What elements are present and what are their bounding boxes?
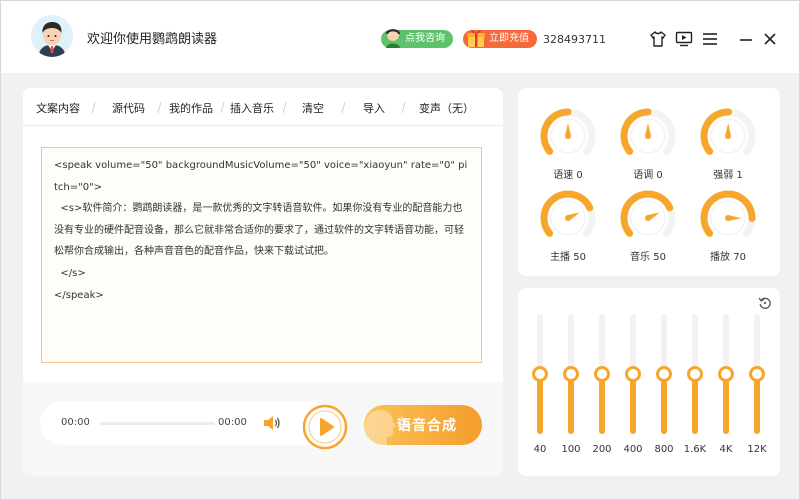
eq-slider-fill — [692, 374, 698, 434]
knob-dial[interactable] — [538, 106, 598, 162]
eq-slider-fill — [599, 374, 605, 434]
knob-3: 强弱 1 — [698, 106, 758, 184]
eq-band-200: 200 — [588, 312, 616, 462]
eq-slider-fill — [754, 374, 760, 434]
eq-slider-thumb[interactable] — [625, 366, 641, 382]
knob-hub — [645, 133, 651, 139]
synthesize-button[interactable]: 语音合成 — [364, 405, 482, 445]
eq-band-12k: 12K — [743, 312, 771, 462]
tab-import[interactable]: 导入 — [363, 100, 385, 116]
knob-5: 音乐 50 — [618, 188, 678, 266]
eq-band-800: 800 — [650, 312, 678, 462]
recharge-button[interactable]: 立即充值 — [463, 30, 537, 48]
knob-hub — [725, 215, 731, 221]
menu-icon[interactable] — [701, 31, 719, 47]
knob-dial[interactable] — [698, 188, 758, 244]
shirt-icon[interactable] — [649, 31, 667, 47]
equalizer-panel: 40 100 200 400 800 1.6K 4K 12K — [518, 288, 780, 476]
volume-icon[interactable] — [262, 414, 282, 432]
eq-slider-fill — [661, 374, 667, 434]
total-time: 00:00 — [218, 417, 247, 428]
tab-divider — [341, 102, 346, 113]
app-title: 欢迎你使用鹦鹉朗读器 — [87, 32, 218, 47]
eq-slider-thumb[interactable] — [532, 366, 548, 382]
title-bar: 欢迎你使用鹦鹉朗读器 点我咨询 立即充值 328493711 — [1, 1, 799, 73]
knob-label: 音乐 50 — [630, 252, 666, 263]
eq-slider-fill — [537, 374, 543, 434]
tab-insert-music[interactable]: 插入音乐 — [230, 100, 274, 116]
eq-slider-thumb[interactable] — [718, 366, 734, 382]
user-avatar[interactable] — [31, 15, 73, 57]
knob-label: 播放 70 — [710, 252, 746, 263]
eq-band-400: 400 — [619, 312, 647, 462]
eq-slider-thumb[interactable] — [656, 366, 672, 382]
knob-1: 语速 0 — [538, 106, 598, 184]
knob-hub — [565, 133, 571, 139]
knob-dial[interactable] — [618, 106, 678, 162]
tab-divider — [157, 102, 162, 113]
eq-band-label: 12K — [747, 444, 767, 455]
eq-band-4k: 4K — [712, 312, 740, 462]
knob-4: 主播 50 — [538, 188, 598, 266]
voice-settings-panel: 语速 0 语调 0 强弱 1 主播 50 音乐 50 播放 70 — [518, 88, 780, 276]
audio-player: 00:00 00:00 — [40, 401, 330, 445]
knob-label: 语速 0 — [553, 170, 583, 181]
eq-slider-thumb[interactable] — [687, 366, 703, 382]
player-bar: 00:00 00:00 语音合成 — [23, 382, 503, 476]
tab-my-works[interactable]: 我的作品 — [169, 100, 213, 116]
editor-toolbar: 文案内容 源代码 我的作品 插入音乐 清空 导入 变声（无） — [23, 88, 503, 126]
progress-bar[interactable] — [100, 422, 215, 425]
user-id: 328493711 — [543, 33, 606, 46]
synthesize-label: 语音合成 — [397, 418, 457, 434]
tab-divider — [282, 102, 287, 113]
app-window: 欢迎你使用鹦鹉朗读器 点我咨询 立即充值 328493711 文案内容 源代码 … — [0, 0, 800, 500]
reset-icon[interactable] — [758, 296, 772, 310]
knob-dial[interactable] — [538, 188, 598, 244]
minimize-icon[interactable] — [737, 31, 755, 47]
tab-clear[interactable]: 清空 — [302, 100, 324, 116]
knob-2: 语调 0 — [618, 106, 678, 184]
eq-band-1.6k: 1.6K — [681, 312, 709, 462]
play-button[interactable] — [302, 404, 348, 450]
eq-slider-thumb[interactable] — [563, 366, 579, 382]
consult-button[interactable]: 点我咨询 — [381, 29, 453, 48]
current-time: 00:00 — [61, 417, 90, 428]
ssml-editor[interactable]: <speak volume="50" backgroundMusicVolume… — [41, 147, 482, 363]
knob-hub — [645, 215, 651, 221]
eq-slider-fill — [568, 374, 574, 434]
gift-icon — [467, 30, 485, 47]
knob-hub — [725, 133, 731, 139]
recharge-label: 立即充值 — [489, 33, 529, 44]
consult-label: 点我咨询 — [405, 33, 445, 44]
tab-divider — [91, 102, 96, 113]
tab-source-code[interactable]: 源代码 — [112, 100, 145, 116]
service-agent-icon — [385, 29, 401, 48]
eq-slider-fill — [723, 374, 729, 434]
close-icon[interactable] — [761, 31, 779, 47]
knob-label: 语调 0 — [633, 170, 663, 181]
knob-label: 主播 50 — [550, 252, 586, 263]
eq-slider-fill — [630, 374, 636, 434]
tab-divider — [401, 102, 406, 113]
tab-divider — [220, 102, 225, 113]
knob-6: 播放 70 — [698, 188, 758, 266]
eq-band-40: 40 — [526, 312, 554, 462]
editor-panel: 文案内容 源代码 我的作品 插入音乐 清空 导入 变声（无） <speak vo… — [23, 88, 503, 476]
knob-dial[interactable] — [698, 106, 758, 162]
tab-copy-content[interactable]: 文案内容 — [36, 100, 80, 116]
knob-hub — [565, 215, 571, 221]
knob-label: 强弱 1 — [713, 170, 743, 181]
knob-dial[interactable] — [618, 188, 678, 244]
eq-slider-thumb[interactable] — [594, 366, 610, 382]
eq-band-100: 100 — [557, 312, 585, 462]
tab-voice-change[interactable]: 变声（无） — [419, 100, 474, 116]
eq-slider-thumb[interactable] — [749, 366, 765, 382]
screen-icon[interactable] — [675, 31, 693, 47]
